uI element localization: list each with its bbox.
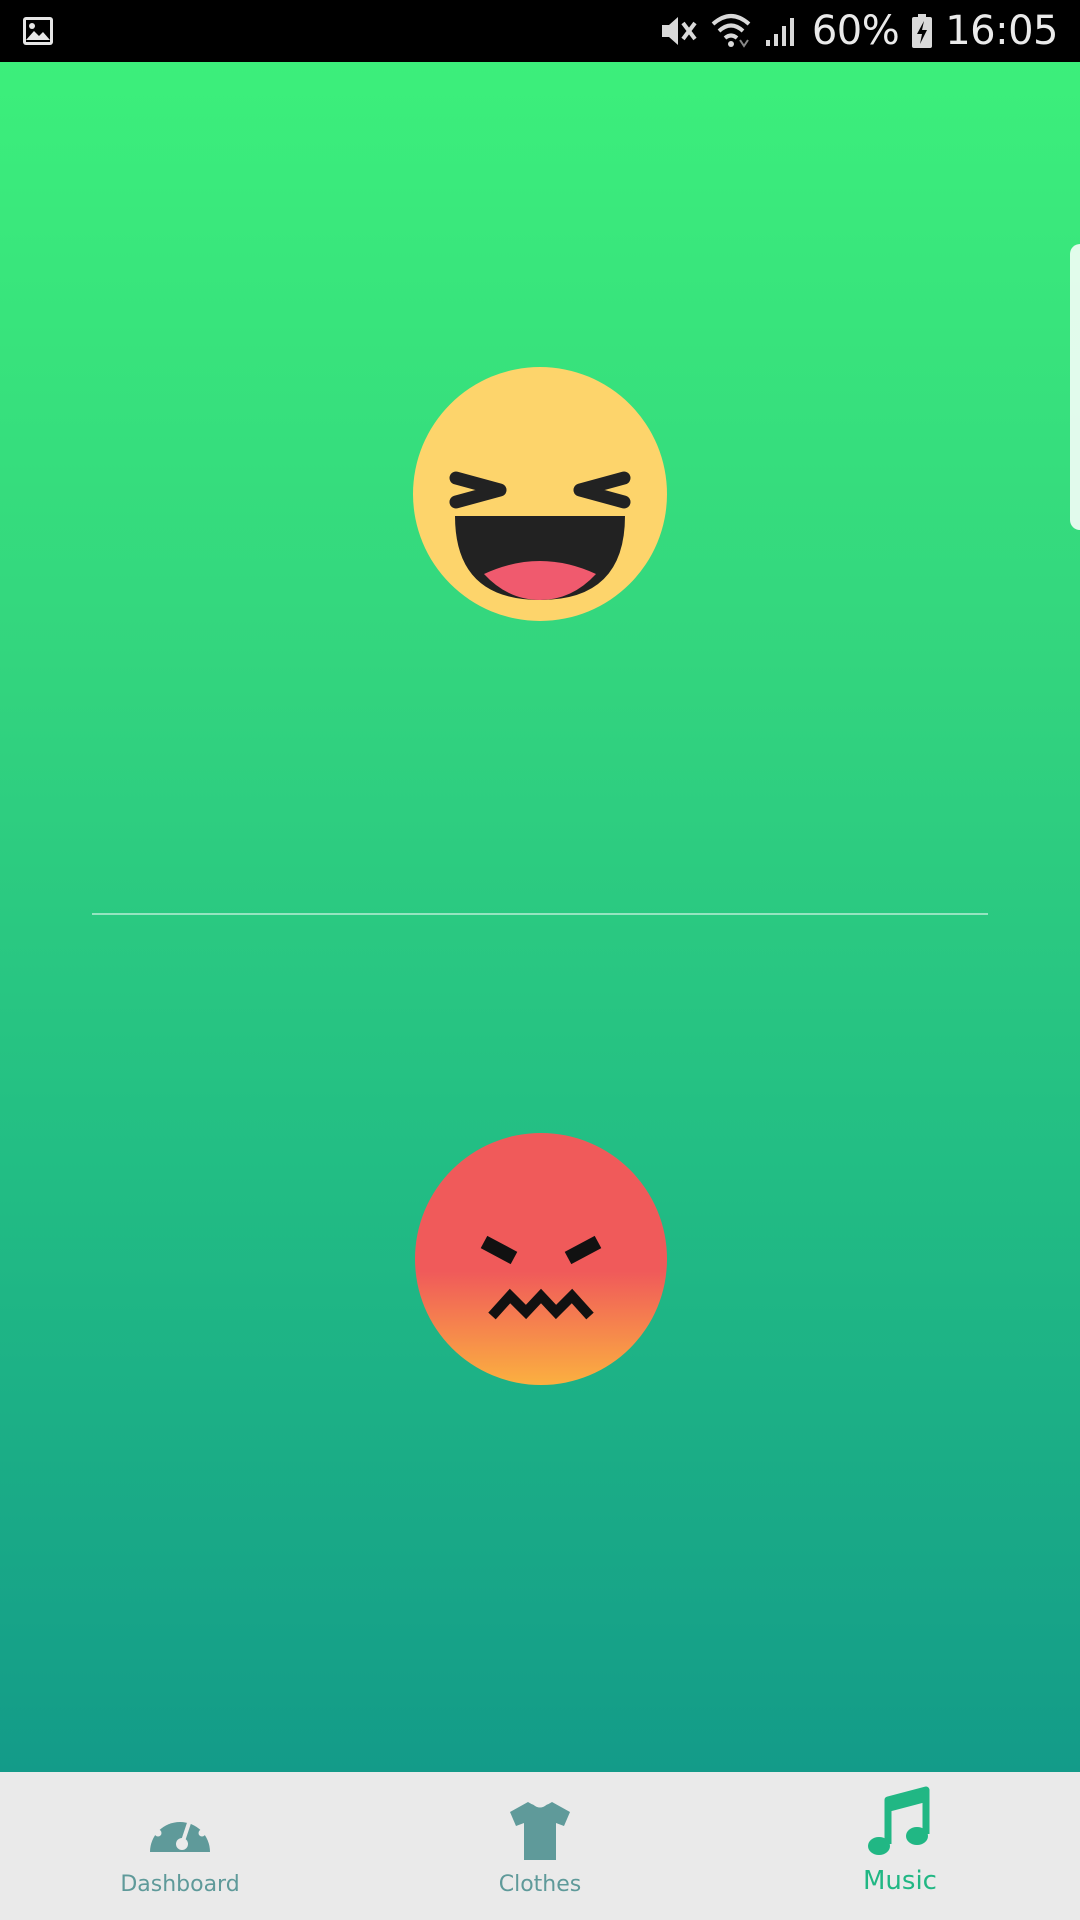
mute-icon xyxy=(661,17,697,45)
nav-item-music[interactable]: Music xyxy=(720,1772,1080,1920)
dashboard-gauge-icon xyxy=(150,1806,210,1852)
tshirt-icon xyxy=(510,1802,570,1860)
status-icons: 60% 16:05 xyxy=(658,0,1058,62)
main-content xyxy=(0,62,1080,1772)
status-bar: 60% 16:05 xyxy=(0,0,1080,62)
nav-label-dashboard: Dashboard xyxy=(120,1872,240,1897)
signal-icon xyxy=(765,18,794,46)
wifi-icon xyxy=(711,14,751,48)
app-screen: 60% 16:05 Dashboard Clothes Music xyxy=(0,0,1080,1920)
nav-label-music: Music xyxy=(863,1866,937,1896)
clock: 16:05 xyxy=(945,8,1058,54)
music-note-icon xyxy=(868,1786,930,1855)
bottom-navigation: Dashboard Clothes Music xyxy=(0,1772,1080,1920)
nav-item-clothes[interactable]: Clothes xyxy=(360,1772,720,1920)
section-divider xyxy=(92,913,988,915)
battery-charging-icon xyxy=(912,14,933,48)
nav-item-dashboard[interactable]: Dashboard xyxy=(0,1772,360,1920)
laughing-emoji-icon[interactable] xyxy=(412,366,668,622)
battery-percent: 60% xyxy=(811,8,900,54)
nav-label-clothes: Clothes xyxy=(498,1872,582,1897)
edge-panel-handle[interactable] xyxy=(1070,244,1080,530)
gallery-notification-icon xyxy=(23,17,53,45)
angry-emoji-icon[interactable] xyxy=(414,1132,668,1386)
